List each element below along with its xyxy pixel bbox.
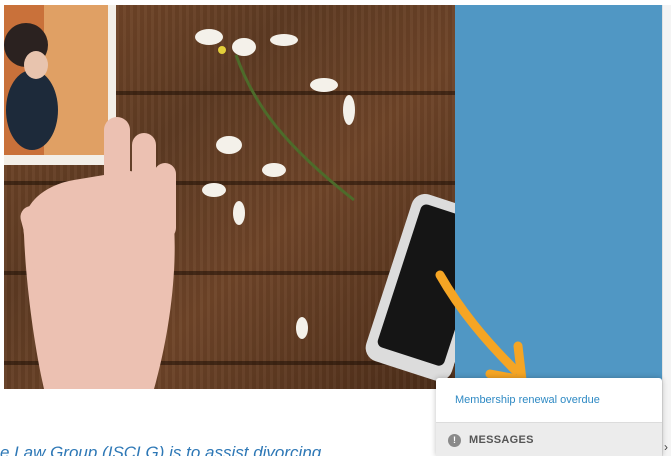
intro-paragraph-text: e Law Group (ISCLG) is to assist divorci… <box>0 443 322 456</box>
notification-membership-renewal[interactable]: Membership renewal overdue <box>436 378 662 422</box>
hero-photo <box>4 5 455 389</box>
scroll-right-icon[interactable]: › <box>664 440 668 454</box>
flowers <box>195 29 355 339</box>
notification-popup: Membership renewal overdue ! MESSAGES <box>436 378 662 456</box>
hero-photo-illustration <box>4 5 455 389</box>
polaroid-photo <box>4 5 116 165</box>
messages-section[interactable]: ! MESSAGES <box>436 422 662 456</box>
curved-arrow-icon <box>435 270 527 385</box>
info-icon: ! <box>448 433 461 447</box>
messages-label: MESSAGES <box>469 434 534 446</box>
scrollbar[interactable] <box>662 5 671 456</box>
